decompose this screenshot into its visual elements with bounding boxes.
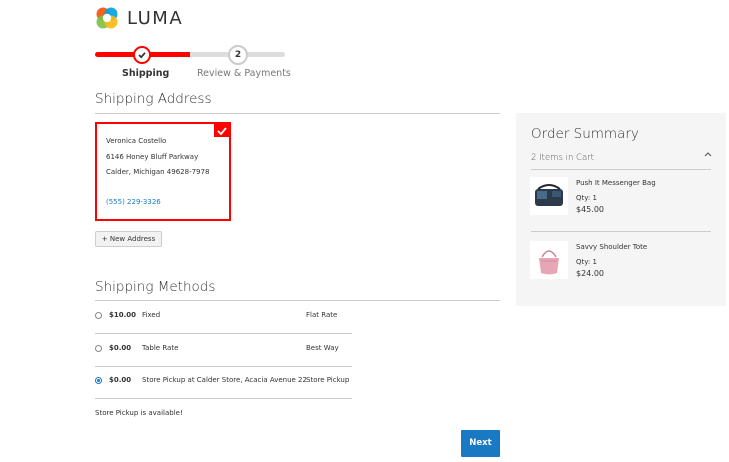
method-name: Fixed	[142, 311, 161, 319]
cart-item-name: Push It Messenger Bag	[576, 179, 656, 187]
shipping-address-card[interactable]: Veronica Costello 6146 Honey Bluff Parkw…	[95, 122, 231, 221]
radio-button[interactable]	[95, 345, 102, 352]
step-shipping-label: Shipping	[122, 68, 170, 79]
address-city: Calder, Michigan 49628-7978	[106, 168, 210, 176]
luma-logo[interactable]: LUMA	[95, 6, 183, 30]
method-carrier: Store Pickup	[306, 376, 350, 384]
logo-text: LUMA	[127, 7, 184, 29]
new-address-button[interactable]: + New Address	[95, 231, 162, 247]
step-review-label: Review & Payments	[197, 68, 291, 79]
method-price: $0.00	[109, 344, 132, 352]
luma-logo-icon	[96, 7, 118, 29]
cart-items-toggle[interactable]: 2 Items in Cart	[531, 153, 594, 163]
radio-button[interactable]	[95, 312, 102, 319]
checkout-progress: 2 Shipping Review & Payments	[95, 44, 291, 80]
cart-item-qty: Qty: 1	[576, 194, 597, 202]
cart-item-price: $45.00	[576, 205, 604, 214]
cart-item-qty: Qty: 1	[576, 258, 597, 266]
selected-check-icon	[214, 123, 230, 137]
chevron-up-icon[interactable]	[704, 151, 712, 157]
shipping-method-row-store-pickup[interactable]: $0.00 Store Pickup at Calder Store, Acac…	[95, 366, 352, 398]
order-summary-panel: Order Summary 2 Items in Cart Push It Me…	[516, 113, 726, 306]
address-name: Veronica Costello	[106, 137, 167, 145]
method-name: Table Rate	[142, 344, 179, 352]
step-shipping-circle	[133, 46, 151, 64]
method-carrier: Flat Rate	[306, 311, 338, 319]
method-name: Store Pickup at Calder Store, Acacia Ave…	[142, 376, 307, 384]
next-button[interactable]: Next	[461, 430, 500, 457]
method-carrier: Best Way	[306, 344, 339, 352]
order-summary-title: Order Summary	[531, 126, 639, 142]
row-divider	[95, 398, 352, 399]
product-thumbnail-shoulder-tote	[530, 241, 568, 279]
divider	[95, 113, 500, 114]
shipping-address-title: Shipping Address	[95, 91, 212, 107]
shipping-method-row-fixed[interactable]: $10.00 Fixed Flat Rate	[95, 301, 352, 333]
product-thumbnail-messenger-bag	[530, 177, 568, 215]
checkmark-icon	[138, 52, 146, 59]
cart-item-price: $24.00	[576, 269, 604, 278]
shipping-methods-title: Shipping Methods	[95, 279, 216, 295]
divider	[531, 231, 711, 232]
address-street: 6146 Honey Bluff Parkway	[106, 153, 199, 161]
shipping-method-row-table-rate[interactable]: $0.00 Table Rate Best Way	[95, 334, 352, 366]
radio-button-selected[interactable]	[95, 377, 102, 384]
store-pickup-note: Store Pickup is available!	[95, 409, 183, 417]
cart-item-name: Savvy Shoulder Tote	[576, 243, 648, 251]
method-price: $0.00	[109, 376, 132, 384]
method-price: $10.00	[109, 311, 137, 319]
step-review-circle: 2	[228, 45, 248, 65]
divider	[531, 169, 711, 170]
address-phone-link[interactable]: (555) 229-3326	[106, 198, 161, 206]
